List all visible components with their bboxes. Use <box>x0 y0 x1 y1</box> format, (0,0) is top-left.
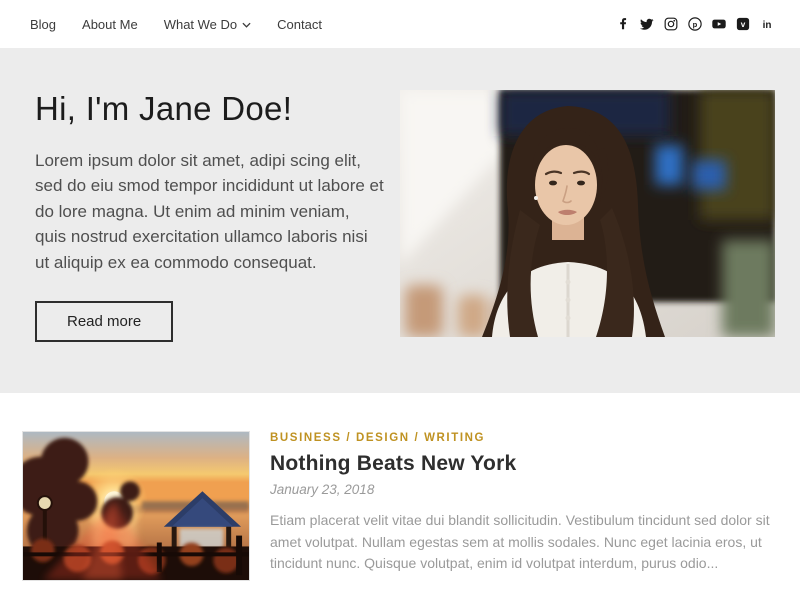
post-content: BUSINESS / DESIGN / WRITING Nothing Beat… <box>270 431 788 581</box>
category-link-design[interactable]: DESIGN <box>356 432 410 444</box>
portrait-illustration <box>400 90 775 337</box>
nav-item-blog[interactable]: Blog <box>30 17 56 32</box>
youtube-icon <box>712 17 726 31</box>
hero-text-block: Hi, I'm Jane Doe! Lorem ipsum dolor sit … <box>35 90 385 393</box>
sunset-illustration <box>23 432 249 580</box>
hero-image <box>400 90 775 337</box>
vimeo-icon: v <box>736 17 750 31</box>
social-links: p v in <box>616 17 774 31</box>
post-thumbnail[interactable] <box>22 431 250 581</box>
youtube-link[interactable] <box>712 17 726 31</box>
facebook-icon <box>616 17 630 31</box>
pinterest-link[interactable]: p <box>688 17 702 31</box>
post-title: Nothing Beats New York <box>270 452 788 476</box>
facebook-link[interactable] <box>616 17 630 31</box>
post-excerpt: Etiam placerat velit vitae dui blandit s… <box>270 512 770 572</box>
post-date: January 23, 2018 <box>270 482 375 497</box>
vimeo-link[interactable]: v <box>736 17 750 31</box>
pinterest-icon: p <box>688 17 702 31</box>
nav-item-contact[interactable]: Contact <box>277 17 322 32</box>
read-more-button[interactable]: Read more <box>35 301 174 343</box>
post-list: BUSINESS / DESIGN / WRITING Nothing Beat… <box>0 431 800 581</box>
nav-item-what-we-do[interactable]: What We Do <box>164 17 251 32</box>
twitter-icon <box>640 17 654 31</box>
nav-menu: Blog About Me What We Do Contact <box>30 17 322 32</box>
post-title-link[interactable]: Nothing Beats New York <box>270 452 516 475</box>
instagram-link[interactable] <box>664 17 678 31</box>
category-link-business[interactable]: BUSINESS <box>270 432 342 444</box>
hero-section: Hi, I'm Jane Doe! Lorem ipsum dolor sit … <box>0 48 800 393</box>
nav-item-about-me[interactable]: About Me <box>82 17 138 32</box>
chevron-down-icon <box>242 22 251 28</box>
hero-title: Hi, I'm Jane Doe! <box>35 90 293 127</box>
twitter-link[interactable] <box>640 17 654 31</box>
linkedin-link[interactable]: in <box>760 17 774 31</box>
svg-text:p: p <box>693 20 698 29</box>
category-separator: / <box>409 432 425 444</box>
instagram-icon <box>664 17 678 31</box>
linkedin-icon: in <box>760 17 774 31</box>
post-categories: BUSINESS / DESIGN / WRITING <box>270 432 788 444</box>
top-nav: Blog About Me What We Do Contact p v in <box>0 0 800 48</box>
category-separator: / <box>341 432 356 444</box>
hero-body: Lorem ipsum dolor sit amet, adipi scing … <box>35 150 384 272</box>
svg-text:v: v <box>741 20 746 29</box>
category-link-writing[interactable]: WRITING <box>424 432 485 444</box>
svg-text:in: in <box>763 20 772 31</box>
